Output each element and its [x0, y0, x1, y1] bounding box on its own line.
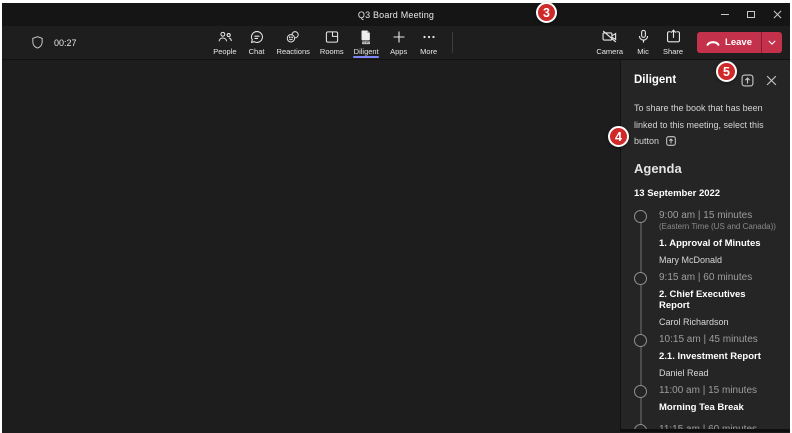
tab-label: Chat	[249, 47, 265, 56]
agenda-timeline: 9:00 am | 15 minutes(Eastern Time (US an…	[634, 210, 777, 433]
meeting-timer: 00:27	[54, 38, 77, 48]
toolbar-tab-people[interactable]: People	[208, 26, 241, 59]
toolbar-tab-reactions[interactable]: Reactions	[272, 26, 315, 59]
agenda-item[interactable]: 9:15 am | 60 minutes 2. Chief Executives …	[634, 272, 777, 328]
toolbar-tab-diligent[interactable]: DEMO Diligent	[349, 26, 384, 59]
close-panel-button[interactable]	[766, 75, 777, 86]
close-icon	[773, 10, 782, 19]
leave-button-label: Leave	[725, 37, 752, 48]
toolbar-tab-rooms[interactable]: Rooms	[315, 26, 349, 59]
titlebar: Q3 Board Meeting	[2, 3, 790, 26]
agenda-item-marker	[634, 385, 647, 398]
leave-button-group: Leave	[697, 32, 782, 53]
chevron-down-icon	[768, 40, 776, 45]
agenda-item-marker	[634, 272, 647, 285]
share-to-stage-icon	[740, 73, 755, 88]
callout-badge-4: 4	[608, 126, 629, 147]
people-icon	[217, 29, 233, 45]
agenda-item-presenter: Daniel Read	[659, 368, 777, 379]
agenda-item-time: 10:15 am | 45 minutes	[659, 334, 777, 345]
agenda-item-title: 2. Chief Executives Report	[659, 289, 777, 311]
window-controls	[712, 3, 790, 26]
agenda-item-time: 9:15 am | 60 minutes	[659, 272, 777, 283]
meeting-stage	[2, 60, 621, 432]
apps-plus-icon	[391, 29, 407, 45]
agenda-item-time: 11:00 am | 15 minutes	[659, 385, 777, 396]
tab-label: Share	[663, 47, 683, 56]
svg-text:DEMO: DEMO	[363, 41, 370, 44]
toolbar-tab-apps[interactable]: Apps	[384, 26, 414, 59]
tab-label: Apps	[390, 47, 407, 56]
tab-label: Reactions	[277, 47, 310, 56]
panel-intro-text: To share the book that has been linked t…	[634, 100, 777, 150]
tab-label: Rooms	[320, 47, 344, 56]
agenda-date: 13 September 2022	[634, 188, 777, 199]
camera-button[interactable]: Camera	[591, 26, 628, 59]
callout-badge-3: 3	[536, 2, 557, 23]
tab-label: Mic	[637, 47, 649, 56]
agenda-item-title: Morning Tea Break	[659, 402, 777, 413]
panel-title: Diligent	[634, 74, 676, 86]
leave-options-button[interactable]	[762, 32, 782, 53]
agenda-item-timezone: (Eastern Time (US and Canada))	[659, 222, 777, 232]
close-icon	[766, 75, 777, 86]
tab-label: More	[420, 47, 437, 56]
agenda-item[interactable]: 10:15 am | 45 minutes 2.1. Investment Rep…	[634, 334, 777, 379]
window-bottom-edge	[621, 429, 790, 432]
agenda-item[interactable]: 9:00 am | 15 minutes(Eastern Time (US an…	[634, 210, 777, 266]
toolbar-divider	[452, 32, 453, 53]
teams-meeting-window: Q3 Board Meeting 00:27 People Chat Reactio…	[2, 3, 790, 433]
agenda-item-title: 2.1. Investment Report	[659, 351, 777, 362]
agenda-heading: Agenda	[634, 161, 777, 176]
agenda-item-time: 9:00 am | 15 minutes	[659, 210, 777, 221]
meeting-safety-shield-icon[interactable]	[30, 35, 45, 50]
meeting-toolbar: 00:27 People Chat Reactions Rooms DEMO Dilige…	[2, 26, 790, 60]
meeting-content: Diligent To share the book that has been…	[2, 60, 790, 432]
meeting-info: 00:27	[2, 26, 77, 59]
panel-header: Diligent	[634, 69, 777, 91]
hang-up-phone-icon	[706, 38, 720, 47]
tab-label: Diligent	[354, 47, 379, 56]
mic-icon	[635, 28, 652, 45]
maximize-icon	[747, 11, 755, 18]
share-to-stage-icon	[665, 135, 677, 147]
chat-icon	[249, 29, 265, 45]
toolbar-tab-chat[interactable]: Chat	[242, 26, 272, 59]
agenda-item-marker	[634, 210, 647, 223]
callout-badge-5: 5	[716, 61, 737, 82]
leave-button[interactable]: Leave	[697, 32, 761, 53]
share-tray-icon	[665, 28, 682, 45]
reactions-icon	[285, 29, 301, 45]
intro-text: To share the book that has been linked t…	[634, 103, 764, 146]
diligent-app-icon: DEMO	[358, 29, 374, 45]
toolbar-tab-more[interactable]: More	[414, 26, 444, 59]
rooms-icon	[324, 29, 340, 45]
share-to-stage-button[interactable]	[740, 73, 755, 88]
share-button[interactable]: Share	[658, 26, 688, 59]
agenda-item-marker	[634, 334, 647, 347]
window-title: Q3 Board Meeting	[2, 10, 790, 20]
tab-label: People	[213, 47, 236, 56]
minimize-button[interactable]	[712, 3, 738, 26]
av-controls: Camera Mic Share	[591, 26, 688, 59]
close-button[interactable]	[764, 3, 790, 26]
agenda-item[interactable]: 11:00 am | 15 minutes Morning Tea Break	[634, 385, 777, 413]
agenda-item-presenter: Mary McDonald	[659, 255, 777, 266]
agenda-item-presenter: Carol Richardson	[659, 317, 777, 328]
diligent-panel: Diligent To share the book that has been…	[621, 60, 790, 432]
maximize-button[interactable]	[738, 3, 764, 26]
toolbar-tabs: People Chat Reactions Rooms DEMO Diligent Apps…	[208, 26, 444, 59]
minimize-icon	[721, 14, 729, 16]
page: Q3 Board Meeting 00:27 People Chat Reactio…	[0, 0, 792, 433]
more-ellipsis-icon	[421, 29, 437, 45]
tab-label: Camera	[596, 47, 623, 56]
camera-off-icon	[601, 28, 618, 45]
agenda-item-title: 1. Approval of Minutes	[659, 238, 777, 249]
mic-button[interactable]: Mic	[628, 26, 658, 59]
